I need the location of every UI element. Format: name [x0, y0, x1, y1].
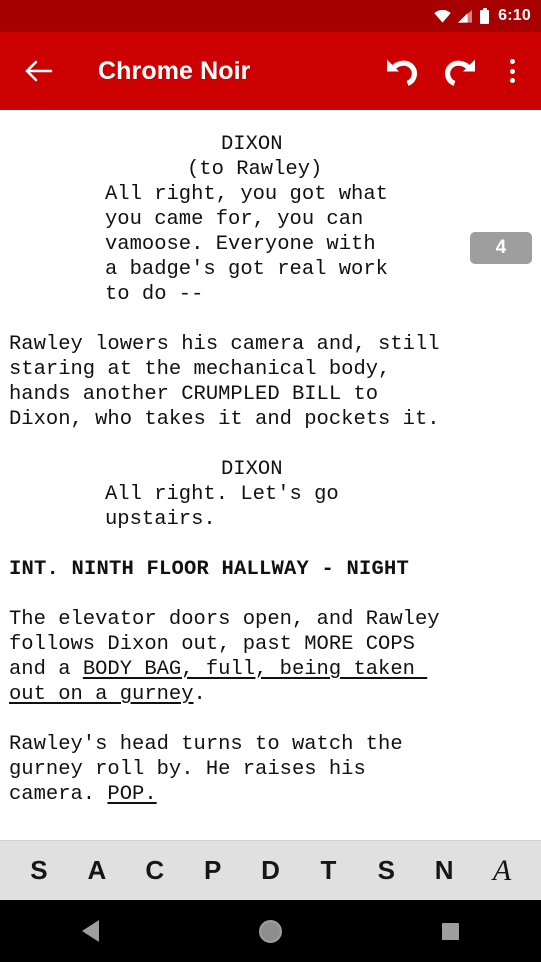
page-number-badge: 4	[470, 232, 532, 264]
back-arrow-icon	[25, 60, 53, 82]
format-dialogue[interactable]: D	[242, 841, 300, 901]
overflow-dot	[509, 68, 515, 74]
script-block-character[interactable]: DIXON	[9, 457, 532, 482]
undo-button[interactable]	[381, 51, 421, 91]
script-editor[interactable]: 4 DIXON (to Rawley) All right, you got wha…	[0, 110, 541, 840]
nav-recents-button[interactable]	[406, 900, 496, 962]
script-block-action-rich[interactable]: Rawley's head turns to watch the gurney …	[9, 732, 532, 807]
nav-home-button[interactable]	[225, 900, 315, 962]
script-content[interactable]: DIXON (to Rawley) All right, you got what …	[0, 110, 541, 807]
status-bar: 6:10	[0, 0, 541, 32]
nav-back-button[interactable]	[45, 900, 135, 962]
wifi-icon	[434, 9, 451, 23]
format-parenthetical[interactable]: P	[184, 841, 242, 901]
nav-recents-icon	[442, 922, 460, 940]
undo-icon	[387, 59, 418, 86]
status-clock: 6:10	[498, 7, 531, 24]
redo-button[interactable]	[441, 51, 481, 91]
status-icons: 6:10	[434, 8, 531, 24]
script-block-dialogue[interactable]: All right, you got what you came for, yo…	[9, 182, 532, 307]
overflow-dot	[509, 78, 515, 83]
plain-text: Rawley's head turns to watch the gurney …	[9, 733, 403, 806]
format-note[interactable]: N	[415, 841, 473, 901]
script-block-dialogue[interactable]: All right. Let's go upstairs.	[9, 482, 532, 532]
script-block-action[interactable]: Rawley lowers his camera and, still star…	[9, 332, 532, 432]
nav-home-icon	[258, 919, 282, 943]
format-italic[interactable]: A	[473, 841, 531, 901]
app-bar-actions	[381, 51, 525, 91]
app-root: 6:10 Chrome Noir 4 DIXON (to Rawley) All…	[0, 0, 541, 962]
format-shot[interactable]: S	[357, 841, 415, 901]
script-block-character[interactable]: DIXON	[9, 132, 532, 157]
back-button[interactable]	[22, 54, 56, 88]
format-scene-heading[interactable]: S	[10, 841, 68, 901]
nav-back-icon	[81, 920, 99, 942]
format-toolbar: SACPDTSNA	[0, 840, 541, 900]
script-block-action-rich[interactable]: The elevator doors open, and Rawley foll…	[9, 607, 532, 707]
script-block-scene-heading[interactable]: INT. NINTH FLOOR HALLWAY - NIGHT	[9, 557, 532, 582]
cell-signal-icon	[458, 9, 473, 23]
page-title: Chrome Noir	[98, 56, 251, 85]
android-navigation-bar	[0, 900, 541, 962]
format-action[interactable]: A	[68, 841, 126, 901]
redo-icon	[444, 59, 475, 86]
format-transition[interactable]: T	[299, 841, 357, 901]
format-character[interactable]: C	[126, 841, 184, 901]
battery-icon	[480, 8, 490, 24]
overflow-menu-button[interactable]	[499, 51, 525, 91]
plain-text: .	[193, 683, 206, 706]
underlined-text: POP.	[107, 783, 157, 806]
overflow-dot	[509, 59, 515, 64]
script-block-parenthetical[interactable]: (to Rawley)	[9, 157, 532, 182]
app-bar: Chrome Noir	[0, 32, 541, 110]
